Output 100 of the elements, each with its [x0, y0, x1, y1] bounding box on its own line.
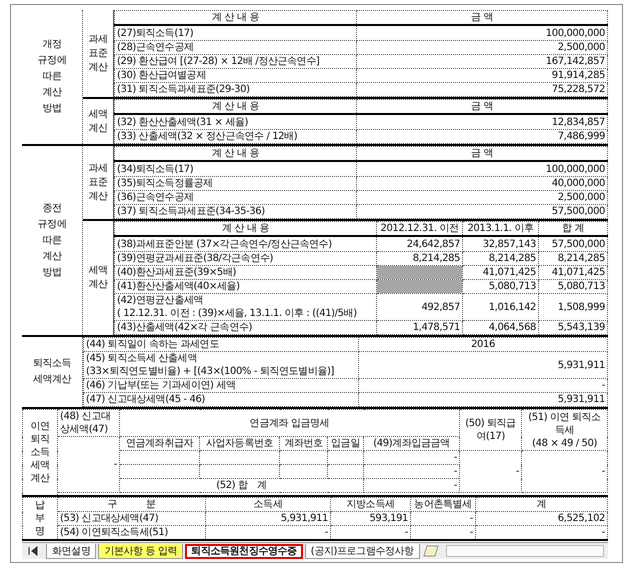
sheet-tab[interactable]: 화면설명 [46, 544, 96, 558]
table-cell: (42)연평균산출세액 ( 12.12.31. 이전 : (39)×세율, 13.1.1. 이후 : ((41)/5배) [114, 294, 376, 320]
table-cell: 57,500,000 [356, 204, 608, 218]
table-cell: - [58, 436, 120, 492]
column-header: 계 산 내 용 [114, 10, 356, 25]
column-header: 금 액 [356, 100, 608, 114]
column-header: 구 분 [58, 498, 206, 512]
subsection-label: 과세 표준 계산 [83, 146, 114, 219]
column-header: (50) 퇴직급여(17) [460, 410, 522, 450]
table-cell: 57,500,000 [538, 236, 608, 252]
table-cell: 12,834,857 [356, 114, 608, 130]
table-cell: 100,000,000 [356, 25, 608, 40]
table-cell: 492,857 [376, 294, 462, 320]
column-header: 연금계좌 입금명세 [120, 410, 460, 436]
table-cell: 2016 [358, 338, 608, 352]
column-header: 연금계좌취급자 [120, 436, 200, 450]
table-cell: (40)환산과세표준(39×5배) [114, 266, 376, 280]
table-cell: (53) 신고대상세액(47) [58, 512, 206, 526]
table-cell: 593,191 [330, 512, 410, 526]
sheet-tab[interactable]: 기본사항 등 입력 [98, 544, 184, 558]
table-cell: (52) 합 계 [120, 478, 364, 492]
section-label: 납 부 명 [22, 498, 58, 540]
table-cell: - [410, 512, 476, 526]
table-cell: (30) 환산급여별공제 [114, 68, 356, 82]
table-cell: 2,500,000 [356, 40, 608, 54]
column-header: (49)계좌입금금액 [364, 436, 460, 450]
sheet-navigation-icon[interactable] [26, 546, 40, 556]
table-cell: 41,071,425 [538, 266, 608, 280]
column-header: 2012.12.31. 이전 [376, 222, 462, 236]
column-header: (48) 신고대상세액(47) [58, 410, 120, 436]
new-sheet-icon[interactable] [422, 545, 440, 557]
column-header: 금 액 [356, 146, 608, 161]
table-cell: - [358, 378, 608, 392]
table-cell: 75,228,572 [356, 82, 608, 96]
table-cell: - [522, 450, 608, 492]
table-cell: - [364, 450, 460, 464]
table-cell: 24,642,857 [376, 236, 462, 252]
table-cell: (29) 환산급여 [(27-28) × 12배 /정산근속연수] [114, 54, 356, 68]
table-cell: (54) 이연퇴직소득세(51) [58, 526, 206, 540]
column-header: 금 액 [356, 10, 608, 25]
table-cell: 4,064,568 [462, 320, 538, 334]
table-cell: 5,080,713 [538, 280, 608, 294]
table-cell: 5,931,911 [206, 512, 330, 526]
sheet-tab[interactable]: (공지)프로그램수정사항 [304, 544, 420, 558]
table-cell: 32,857,143 [462, 236, 538, 252]
subsection-label: 세액 계신 [83, 99, 114, 144]
table-cell: (46) 기납부(또는 기과세이연) 세액 [84, 378, 358, 392]
table-cell: (39)연평균과세표준(38/각근속연수) [114, 252, 376, 266]
column-header: 계 산 내 용 [114, 146, 356, 161]
table-cell: 1,016,142 [462, 294, 538, 320]
section-label: 종전 규정에 따른 계산 방법 [22, 146, 83, 335]
table-cell: 7,486,999 [356, 130, 608, 144]
table-cell: 40,000,000 [356, 176, 608, 190]
table-cell: (43)산출세액(42×각 근속연수) [114, 320, 376, 334]
table-cell: (44) 퇴직일이 속하는 과세연도 [84, 338, 358, 352]
table-cell: 2,500,000 [356, 190, 608, 204]
table-cell: 41,071,425 [462, 266, 538, 280]
table-cell: (45) 퇴직소득세 산출세액 (33×퇴직연도별비율) + [(43×(100% - 퇴직연도별비율)] [84, 352, 358, 378]
column-header: 사업자등록번호 [200, 436, 280, 450]
table-cell: (35)퇴직소득정률공제 [114, 176, 356, 190]
column-header: 계좌번호 [280, 436, 328, 450]
column-header: 소득세 [206, 498, 330, 512]
column-header: (51) 이연 퇴직소득세 (48 × 49 / 50) [522, 410, 608, 450]
table-cell: 91,914,285 [356, 68, 608, 82]
table-cell: 167,142,857 [356, 54, 608, 68]
table-cell: 1,478,571 [376, 320, 462, 334]
table-cell: (28)근속연수공제 [114, 40, 356, 54]
horizontal-scrollbar[interactable] [446, 545, 604, 557]
sheet-tab[interactable]: 퇴직소득원천징수영수증 [185, 544, 303, 558]
column-header: 2013.1.1. 이후 [462, 222, 538, 236]
column-header: 계 산 내 용 [114, 222, 376, 236]
table-cell: 5,931,911 [358, 352, 608, 378]
table-cell: (33) 산출세액(32 × 정산근속연수 / 12배) [114, 130, 356, 144]
table-cell: (41)환산산출세액(40×세율) [114, 280, 376, 294]
table-cell: (36)근속연수공제 [114, 190, 356, 204]
table-cell: 6,525,102 [476, 512, 608, 526]
table-cell: 5,080,713 [462, 280, 538, 294]
column-header: 입금일 [328, 436, 364, 450]
table-cell: (27)퇴직소득(17) [114, 25, 356, 40]
table-cell: 8,214,285 [462, 252, 538, 266]
subsection-label: 세액 계산 [83, 221, 114, 335]
table-cell: 1,508,999 [538, 294, 608, 320]
table-cell: (38)과세표준안분 (37×각근속연수/정산근속연수) [114, 236, 376, 252]
table-cell: 5,931,911 [358, 392, 608, 406]
table-cell: 5,543,139 [538, 320, 608, 334]
table-cell: 8,214,285 [538, 252, 608, 266]
table-cell: - [460, 450, 522, 492]
column-header: 농어촌특별세 [410, 498, 476, 512]
table-cell: (31) 퇴직소득과세표준(29-30) [114, 82, 356, 96]
column-header: 계 산 내 용 [114, 100, 356, 114]
column-header: 지방소득세 [330, 498, 410, 512]
table-cell: (47) 신고대상세액(45 - 46) [84, 392, 358, 406]
table-cell: (34)퇴직소득(17) [114, 161, 356, 176]
table-cell: (32) 환산산출세액(31 × 세율) [114, 114, 356, 130]
table-cell: (37) 퇴직소득과세표준(34-35-36) [114, 204, 356, 218]
table-cell: 100,000,000 [356, 161, 608, 176]
column-header: 합 계 [538, 222, 608, 236]
section-label: 이연 퇴직 소득 세액 계산 [22, 410, 58, 496]
column-header: 계 [476, 498, 608, 512]
subsection-label: 과세 표준 계산 [83, 10, 114, 97]
